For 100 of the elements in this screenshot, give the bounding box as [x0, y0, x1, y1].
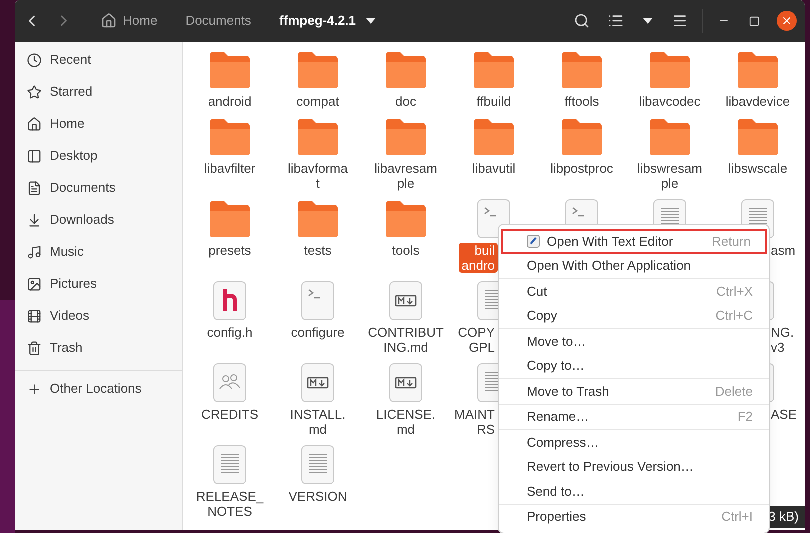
menu-item[interactable]: Copy to… [501, 354, 767, 378]
clock-icon [27, 52, 42, 68]
folder-icon [560, 117, 604, 157]
file-name[interactable]: doc [392, 94, 420, 109]
file-name[interactable]: libavresam ple [372, 161, 440, 191]
file-name[interactable]: libpostproc [548, 161, 616, 176]
file-name[interactable]: RELEASE_ NOTES [193, 489, 267, 519]
file-name[interactable]: NG. v3 [768, 325, 798, 355]
folder-icon [296, 199, 340, 239]
sidebar-item[interactable]: Documents [15, 172, 182, 204]
folder-icon [384, 117, 428, 157]
file-name[interactable]: buil andro [458, 243, 498, 273]
markdown-file-icon [389, 281, 423, 321]
folder-icon [560, 50, 604, 90]
file-name[interactable]: ASE [768, 407, 800, 422]
file-name[interactable]: compat [294, 94, 342, 109]
file-name[interactable]: INSTALL. md [287, 407, 349, 437]
caret-icon [366, 18, 376, 24]
file-name[interactable]: asm [768, 243, 799, 258]
file-name[interactable]: libavutil [469, 161, 519, 176]
menu-item[interactable]: Rename… F2 [501, 404, 767, 429]
music-note-icon [27, 244, 42, 260]
menu-item[interactable]: Revert to Previous Version… [501, 454, 767, 479]
menu-item[interactable]: Open With Text Editor Return [501, 229, 767, 254]
path-button[interactable]: Home [89, 6, 170, 36]
menu-item[interactable]: Open With Other Application [501, 254, 767, 278]
path-button[interactable]: ffmpeg-4.2.1 [267, 6, 388, 36]
folder-icon [208, 199, 252, 239]
file-name[interactable]: fftools [562, 94, 602, 109]
folder-icon [384, 50, 428, 90]
menu-item[interactable]: Cut Ctrl+X [501, 279, 767, 304]
sidebar-item[interactable]: Videos [15, 300, 182, 332]
file-name[interactable]: COPY GPL [455, 325, 498, 355]
folder-icon [472, 117, 516, 157]
folder-icon [736, 117, 780, 157]
file-name[interactable]: libswscale [725, 161, 791, 176]
editor-icon [527, 234, 540, 248]
folder-icon [208, 50, 252, 90]
menu-item[interactable]: Send to… [501, 479, 767, 504]
file-name[interactable]: VERSION [286, 489, 350, 504]
sidebar-item[interactable]: Trash [15, 332, 182, 364]
maximize-icon [748, 16, 760, 26]
sidebar-item[interactable]: Other Locations [15, 373, 182, 405]
file-name[interactable]: libswresam ple [634, 161, 706, 191]
file-name[interactable]: MAINT RS [452, 407, 498, 437]
file-name[interactable]: libavcodec [636, 94, 704, 109]
menu-icon [672, 13, 688, 29]
file-name[interactable]: presets [206, 243, 254, 258]
path-button[interactable]: Documents [174, 6, 264, 36]
file-name[interactable]: libavdevice [722, 94, 794, 109]
sidebar-item[interactable]: Home [15, 108, 182, 140]
sidebar-item[interactable]: Desktop [15, 140, 182, 172]
file-name[interactable]: libavforma t [285, 161, 351, 191]
folder-icon [384, 199, 428, 239]
home-icon [27, 116, 42, 132]
sidebar-item[interactable]: Music [15, 236, 182, 268]
sidebar-item[interactable]: Pictures [15, 268, 182, 300]
file-name[interactable]: tools [389, 243, 423, 258]
search-icon [574, 13, 590, 29]
menu-item[interactable]: Move to Trash Delete [501, 379, 767, 404]
menu-item[interactable]: Properties Ctrl+I [501, 504, 767, 529]
caret-icon [643, 18, 653, 24]
folder-icon [736, 50, 780, 90]
file-name[interactable]: CREDITS [198, 407, 262, 422]
document-icon [27, 180, 42, 196]
star-icon [27, 84, 42, 100]
markdown-file-icon [389, 363, 423, 403]
trash-icon [27, 340, 42, 356]
file-name[interactable]: configure [288, 325, 348, 340]
folder-icon [648, 117, 692, 157]
menu-item[interactable]: Compress… [501, 430, 767, 454]
sidebar-item[interactable]: Downloads [15, 204, 182, 236]
file-name[interactable]: CONTRIBUT ING.md [365, 325, 447, 355]
file-name[interactable]: tests [301, 243, 335, 258]
film-icon [27, 308, 42, 324]
folder-icon [296, 117, 340, 157]
download-icon [27, 212, 42, 228]
file-name[interactable]: config.h [204, 325, 256, 340]
sidebar-item[interactable]: Starred [15, 76, 182, 108]
desktop-icon [27, 148, 42, 164]
markdown-file-icon [301, 363, 335, 403]
list-icon [608, 13, 624, 29]
folder-icon [296, 50, 340, 90]
menu-item[interactable]: Copy Ctrl+C [501, 304, 767, 328]
header-file-icon [213, 281, 247, 321]
menu-item[interactable]: Move to… [501, 329, 767, 354]
picture-icon [27, 276, 42, 292]
file-name[interactable]: ffbuild [474, 94, 514, 109]
file-name[interactable]: LICENSE. md [373, 407, 439, 437]
folder-icon [648, 50, 692, 90]
folder-icon [472, 50, 516, 90]
people-file-icon [213, 363, 247, 403]
plus-icon [27, 382, 42, 396]
file-name[interactable]: android [205, 94, 255, 109]
sidebar-item[interactable]: Recent [15, 44, 182, 76]
terminal-file-icon [301, 281, 335, 321]
file-name[interactable]: libavfilter [201, 161, 259, 176]
close-button[interactable] [777, 11, 797, 31]
close-icon [781, 15, 793, 27]
home-icon [101, 13, 117, 29]
